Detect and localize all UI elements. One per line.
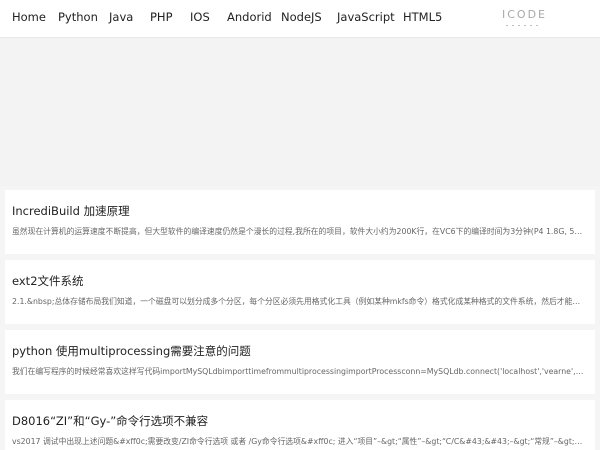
ad-banner-area <box>0 38 600 186</box>
nav-item-home[interactable]: Home <box>12 10 46 24</box>
nav-item-ios[interactable]: IOS <box>190 10 210 24</box>
nav-item-php[interactable]: PHP <box>150 10 173 24</box>
page: Home Python Java PHP IOS Andorid NodeJS … <box>0 0 600 450</box>
nav-item-javascript[interactable]: JavaScript <box>337 10 395 24</box>
article-title[interactable]: IncrediBuild 加速原理 <box>12 203 130 219</box>
article-card[interactable]: ext2文件系统 2.1.&nbsp;总体存储布局我们知道，一个磁盘可以划分成多… <box>5 260 595 324</box>
nav-item-python[interactable]: Python <box>58 10 98 24</box>
logo-decoration <box>506 25 538 27</box>
nav-item-andorid[interactable]: Andorid <box>227 10 272 24</box>
article-title[interactable]: D8016“ZI”和“Gy-”命令行选项不兼容 <box>12 413 208 429</box>
article-summary: 我们在编写程序的时候经常喜欢这样写代码importMySQLdbimportti… <box>12 367 584 376</box>
article-summary: vs2017 调试中出现上述问题&#xff0c;需要改变/ZI命令行选项 或者 … <box>12 437 584 446</box>
logo-text: ICODE <box>502 8 548 21</box>
article-title[interactable]: ext2文件系统 <box>12 273 84 289</box>
nav-item-html5[interactable]: HTML5 <box>403 10 442 24</box>
nav-item-nodejs[interactable]: NodeJS <box>281 10 322 24</box>
article-card[interactable]: IncrediBuild 加速原理 虽然现在计算机的运算速度不断提高，但大型软件… <box>5 190 595 254</box>
article-summary: 虽然现在计算机的运算速度不断提高，但大型软件的编译速度仍然是个漫长的过程,我所在… <box>12 227 584 236</box>
article-card[interactable]: D8016“ZI”和“Gy-”命令行选项不兼容 vs2017 调试中出现上述问题… <box>5 400 595 450</box>
nav-item-java[interactable]: Java <box>109 10 133 24</box>
article-summary: 2.1.&nbsp;总体存储布局我们知道，一个磁盘可以划分成多个分区，每个分区必… <box>12 297 584 306</box>
article-card[interactable]: python 使用multiprocessing需要注意的问题 我们在编写程序的… <box>5 330 595 394</box>
top-nav: Home Python Java PHP IOS Andorid NodeJS … <box>0 0 600 38</box>
site-logo[interactable]: ICODE <box>502 8 548 30</box>
article-title[interactable]: python 使用multiprocessing需要注意的问题 <box>12 343 251 359</box>
